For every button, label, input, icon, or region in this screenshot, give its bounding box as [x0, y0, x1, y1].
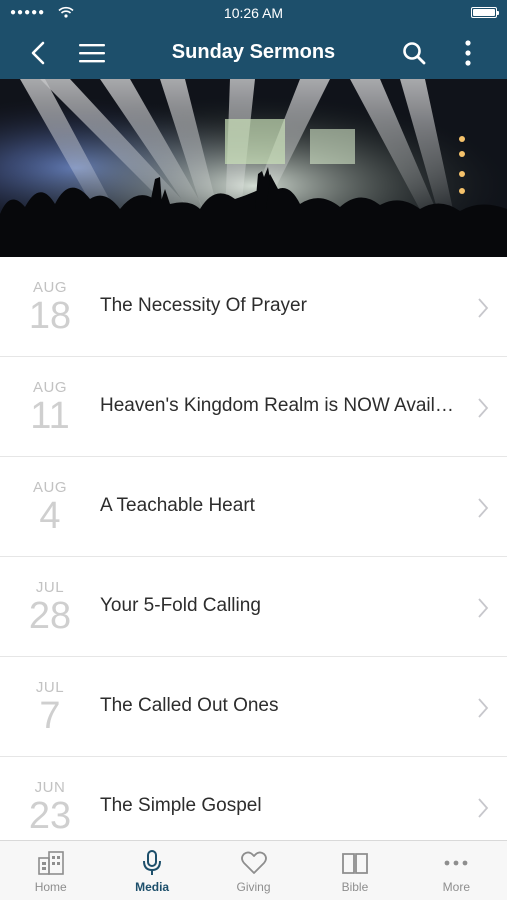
sermon-day: 28 [28, 595, 72, 637]
page-title: Sunday Sermons [171, 41, 336, 63]
sermon-title: The Simple Gospel [100, 795, 262, 816]
hero-banner-image [0, 79, 507, 257]
battery-icon [471, 7, 499, 18]
vertical-dots-icon [465, 39, 471, 66]
tab-media[interactable]: Media [101, 841, 202, 900]
sermon-row[interactable]: AUG 4 A Teachable Heart [0, 457, 507, 557]
sermon-title: Heaven's Kingdom Realm is NOW Available [100, 395, 459, 416]
tab-home[interactable]: Home [0, 841, 101, 900]
heart-icon [240, 851, 267, 874]
top-bar: ●●●●● 10:26 AM Sunday Sermons [0, 0, 507, 79]
chevron-right-icon [478, 398, 489, 418]
sermon-row[interactable]: JUL 7 The Called Out Ones [0, 657, 507, 757]
tab-bar: Home Media Giving Bible More [0, 840, 507, 900]
status-time: 10:26 AM [223, 5, 284, 21]
tab-giving-label: Giving [236, 880, 271, 894]
menu-button[interactable] [70, 26, 114, 79]
back-chevron-icon [31, 41, 45, 64]
sermon-title: The Necessity Of Prayer [100, 295, 307, 316]
search-button[interactable] [392, 26, 436, 79]
tab-media-label: Media [135, 880, 170, 894]
tab-more[interactable]: More [406, 841, 507, 900]
tab-giving[interactable]: Giving [203, 841, 304, 900]
sermon-title: Your 5-Fold Calling [100, 595, 261, 616]
sermon-row[interactable]: AUG 18 The Necessity Of Prayer [0, 257, 507, 357]
more-dots-icon [444, 860, 468, 866]
sermon-day: 23 [28, 795, 72, 837]
hamburger-menu-icon [79, 43, 105, 62]
chevron-right-icon [478, 598, 489, 618]
sermon-day: 18 [28, 295, 72, 337]
chevron-right-icon [478, 698, 489, 718]
status-bar: ●●●●● 10:26 AM [0, 0, 507, 26]
sermon-row[interactable]: JUL 28 Your 5-Fold Calling [0, 557, 507, 657]
search-icon [403, 41, 426, 64]
sermon-list: AUG 18 The Necessity Of Prayer AUG 11 He… [0, 257, 507, 857]
tab-bible[interactable]: Bible [304, 841, 405, 900]
sermon-title: The Called Out Ones [100, 695, 279, 716]
tab-more-label: More [442, 880, 470, 894]
tab-bible-label: Bible [341, 880, 369, 894]
sermon-title: A Teachable Heart [100, 495, 255, 516]
navigation-bar: Sunday Sermons [0, 26, 507, 79]
building-icon [37, 851, 64, 875]
chevron-right-icon [478, 798, 489, 818]
more-options-button[interactable] [446, 26, 490, 79]
sermon-row[interactable]: AUG 11 Heaven's Kingdom Realm is NOW Ava… [0, 357, 507, 457]
sermon-day: 11 [30, 395, 70, 437]
book-icon [342, 853, 368, 874]
back-button[interactable] [16, 26, 60, 79]
microphone-icon [143, 850, 162, 875]
sermon-day: 4 [39, 495, 61, 537]
sermon-day: 7 [39, 695, 61, 737]
chevron-right-icon [478, 498, 489, 518]
chevron-right-icon [478, 298, 489, 318]
tab-home-label: Home [34, 880, 67, 894]
